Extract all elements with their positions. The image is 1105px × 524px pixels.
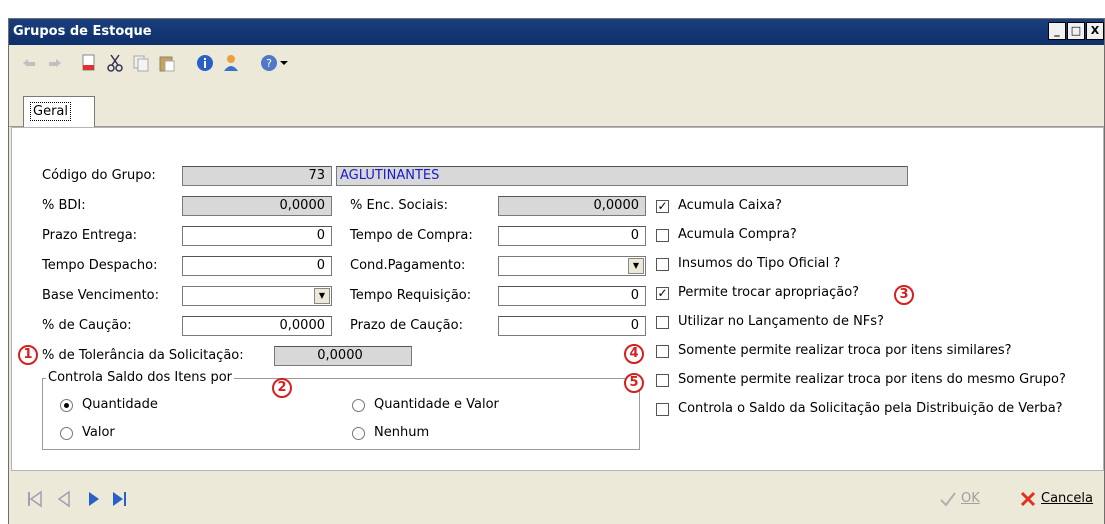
codigo-desc-field[interactable]: AGLUTINANTES (336, 166, 908, 186)
tempo-despacho-field[interactable]: 0 (182, 256, 332, 276)
dropdown-arrow-icon[interactable] (279, 53, 289, 73)
user-icon[interactable] (221, 53, 241, 73)
prazo-caucao-label: Prazo de Caução: (350, 318, 463, 333)
last-record-icon[interactable] (111, 489, 127, 509)
checkbox-lancamento-nfs-label: Utilizar no Lançamento de NFs? (678, 314, 884, 329)
tab-geral-label: Geral (30, 102, 71, 121)
title-bar: Grupos de Estoque _ □ X (9, 19, 1104, 45)
next-record-icon[interactable] (87, 489, 101, 509)
tempo-requisicao-field[interactable]: 0 (498, 286, 646, 306)
checkbox-itens-similares-label: Somente permite realizar troca por itens… (678, 343, 1012, 358)
copy-icon[interactable] (131, 53, 151, 73)
bdi-label: % BDI: (42, 198, 86, 213)
check-icon (940, 492, 956, 507)
radio-valor-label: Valor (82, 425, 115, 440)
undo-icon[interactable] (19, 53, 39, 73)
cond-pagamento-label: Cond.Pagamento: (350, 258, 466, 273)
base-vencimento-label: Base Vencimento: (42, 288, 159, 303)
chevron-down-icon[interactable]: ▼ (314, 288, 330, 304)
radio-quantidade-valor-label: Quantidade e Valor (374, 397, 499, 412)
cancel-x-icon (1020, 491, 1036, 507)
svg-text:?: ? (266, 57, 272, 70)
radio-quantidade[interactable] (60, 399, 73, 412)
new-doc-icon[interactable] (79, 53, 99, 73)
tab-strip: Geral (9, 81, 1104, 127)
tempo-requisicao-label: Tempo Requisição: (350, 288, 472, 303)
paste-icon[interactable] (157, 53, 177, 73)
codigo-label: Código do Grupo: (42, 168, 156, 183)
tempo-compra-field[interactable]: 0 (498, 226, 646, 246)
previous-record-icon[interactable] (57, 489, 71, 509)
callout-2: 2 (272, 378, 292, 398)
radio-valor[interactable] (60, 427, 73, 440)
redo-icon[interactable] (45, 53, 65, 73)
window-title: Grupos de Estoque (13, 24, 152, 39)
checkbox-trocar-apropriacao[interactable]: ✓ (656, 287, 669, 300)
ok-button[interactable]: OK (961, 491, 980, 506)
base-vencimento-select[interactable]: ▼ (182, 286, 332, 306)
callout-1: 1 (18, 345, 38, 365)
caucao-field[interactable]: 0,0000 (182, 316, 332, 336)
checkbox-trocar-apropriacao-label: Permite trocar apropriação? (678, 285, 860, 300)
prazo-caucao-field[interactable]: 0 (498, 316, 646, 336)
cancel-button[interactable]: Cancela (1041, 491, 1093, 506)
controla-saldo-group-title: Controla Saldo dos Itens por (46, 370, 234, 385)
radio-quantidade-valor[interactable] (352, 399, 365, 412)
codigo-field[interactable]: 73 (182, 166, 332, 186)
checkbox-acumula-caixa-label: Acumula Caixa? (678, 198, 782, 213)
checkbox-mesmo-grupo[interactable] (656, 374, 669, 387)
checkbox-acumula-compra[interactable] (656, 229, 669, 242)
form-panel: Código do Grupo: 73 AGLUTINANTES % BDI: … (11, 127, 1104, 471)
tab-geral[interactable]: Geral (23, 96, 95, 127)
bottom-bar: OK Cancela (9, 475, 1104, 524)
enc-sociais-label: % Enc. Sociais: (350, 198, 449, 213)
bdi-field[interactable]: 0,0000 (182, 196, 332, 216)
cond-pagamento-select[interactable]: ▼ (498, 256, 646, 276)
checkbox-lancamento-nfs[interactable] (656, 316, 669, 329)
tempo-despacho-label: Tempo Despacho: (42, 258, 158, 273)
chevron-down-icon[interactable]: ▼ (628, 258, 644, 274)
close-button[interactable]: X (1086, 22, 1104, 40)
checkbox-itens-similares[interactable] (656, 345, 669, 358)
controla-saldo-group (42, 378, 640, 450)
first-record-icon[interactable] (27, 489, 43, 509)
checkbox-distribuicao-verba-label: Controla o Saldo da Solicitação pela Dis… (678, 401, 1063, 416)
help-icon[interactable]: ? (259, 53, 279, 73)
callout-4: 4 (624, 344, 644, 364)
tolerancia-field[interactable]: 0,0000 (274, 346, 412, 366)
callout-3: 3 (894, 285, 914, 305)
tempo-compra-label: Tempo de Compra: (350, 228, 473, 243)
maximize-button[interactable]: □ (1067, 22, 1085, 40)
info-icon[interactable] (195, 53, 215, 73)
grupos-estoque-window: Grupos de Estoque _ □ X ? Geral Código d… (8, 18, 1105, 524)
cut-icon[interactable] (105, 53, 125, 73)
checkbox-insumos-oficial[interactable] (656, 258, 669, 271)
callout-5: 5 (624, 373, 644, 393)
toolbar: ? (9, 45, 1104, 81)
checkbox-acumula-caixa[interactable]: ✓ (656, 200, 669, 213)
radio-quantidade-label: Quantidade (82, 397, 158, 412)
checkbox-insumos-oficial-label: Insumos do Tipo Oficial ? (678, 256, 841, 271)
radio-nenhum[interactable] (352, 427, 365, 440)
prazo-entrega-field[interactable]: 0 (182, 226, 332, 246)
tolerancia-label: % de Tolerância da Solicitação: (42, 348, 244, 363)
checkbox-acumula-compra-label: Acumula Compra? (678, 227, 797, 242)
enc-sociais-field[interactable]: 0,0000 (498, 196, 646, 216)
radio-nenhum-label: Nenhum (374, 425, 430, 440)
prazo-entrega-label: Prazo Entrega: (42, 228, 138, 243)
caucao-label: % de Caução: (42, 318, 132, 333)
minimize-button[interactable]: _ (1048, 22, 1066, 40)
checkbox-distribuicao-verba[interactable] (656, 403, 669, 416)
checkbox-mesmo-grupo-label: Somente permite realizar troca por itens… (678, 372, 1066, 387)
